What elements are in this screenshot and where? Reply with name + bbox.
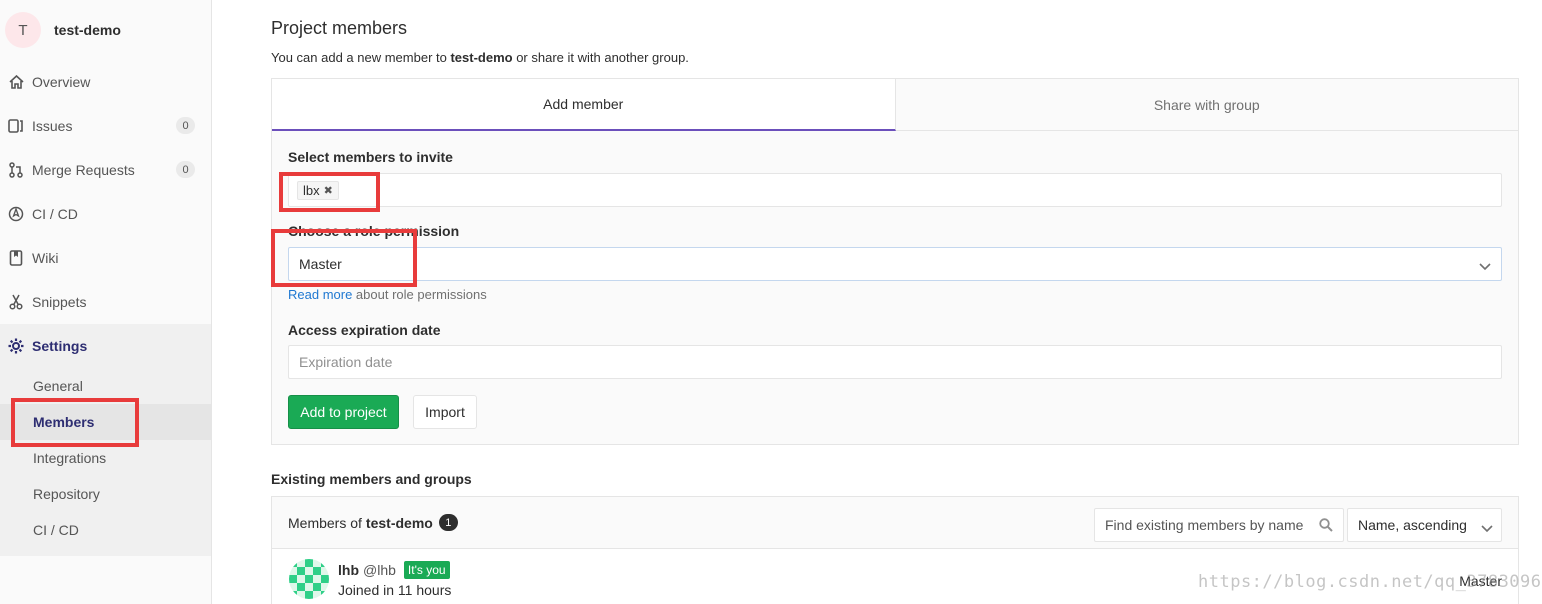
members-panel-header: Members of test-demo 1 Find existing mem… — [272, 497, 1518, 549]
sidebar-item-label: Snippets — [32, 294, 87, 310]
role-select[interactable]: Master — [288, 247, 1502, 281]
role-help-text: Read more about role permissions — [288, 287, 487, 302]
project-name[interactable]: test-demo — [54, 22, 121, 38]
sidebar-item-merge-requests[interactable]: Merge Requests 0 — [0, 148, 211, 192]
add-member-panel: Add member Share with group Select membe… — [271, 78, 1519, 445]
rocket-icon — [8, 206, 24, 222]
home-icon — [8, 74, 24, 90]
add-to-project-button[interactable]: Add to project — [288, 395, 399, 429]
existing-members-title: Existing members and groups — [271, 471, 472, 487]
sidebar-item-settings[interactable]: Settings — [0, 324, 211, 368]
member-tabs: Add member Share with group — [272, 79, 1518, 131]
search-placeholder: Find existing members by name — [1105, 517, 1304, 533]
subtitle-prefix: You can add a new member to — [271, 50, 451, 65]
member-username: @lhb — [363, 562, 396, 578]
members-select-input[interactable]: lbx ✖ — [288, 173, 1502, 207]
sidebar-item-wiki[interactable]: Wiki — [0, 236, 211, 280]
expiration-placeholder: Expiration date — [299, 354, 393, 370]
expiration-date-input[interactable]: Expiration date — [288, 345, 1502, 379]
remove-token-icon[interactable]: ✖ — [324, 184, 333, 197]
settings-sub-repository[interactable]: Repository — [0, 476, 211, 512]
project-header[interactable]: T test-demo — [0, 0, 211, 60]
sidebar-item-label: Settings — [32, 338, 88, 354]
watermark: https://blog.csdn.net/qq_37830968 — [1198, 572, 1542, 592]
merge-request-icon — [8, 162, 24, 178]
settings-sub-integrations[interactable]: Integrations — [0, 440, 211, 476]
expiration-label: Access expiration date — [288, 322, 441, 338]
members-header-label: Members of test-demo 1 — [288, 514, 458, 531]
search-icon — [1319, 518, 1333, 535]
member-avatar[interactable] — [289, 559, 329, 599]
sort-value: Name, ascending — [1358, 517, 1467, 533]
merge-requests-count-badge: 0 — [176, 161, 195, 178]
member-search-input[interactable]: Find existing members by name — [1094, 508, 1344, 542]
import-button[interactable]: Import — [413, 395, 477, 429]
sort-dropdown[interactable]: Name, ascending — [1347, 508, 1502, 542]
page-subtitle: You can add a new member to test-demo or… — [271, 50, 689, 65]
sidebar-item-ci-cd[interactable]: CI / CD — [0, 192, 211, 236]
sidebar-item-label: Issues — [32, 118, 73, 134]
its-you-badge: It's you — [403, 561, 450, 579]
sidebar-item-issues[interactable]: Issues 0 — [0, 104, 211, 148]
settings-sub-general[interactable]: General — [0, 368, 211, 404]
sidebar-item-snippets[interactable]: Snippets — [0, 280, 211, 324]
read-more-link[interactable]: Read more — [288, 287, 352, 302]
sidebar-item-label: Merge Requests — [32, 162, 135, 178]
issues-icon — [8, 118, 24, 134]
page-title: Project members — [271, 18, 408, 38]
members-project-name: test-demo — [365, 514, 433, 531]
settings-sub-members[interactable]: Members — [0, 404, 211, 440]
sidebar-item-overview[interactable]: Overview — [0, 60, 211, 104]
select-members-label: Select members to invite — [288, 149, 453, 165]
issues-count-badge: 0 — [176, 117, 195, 134]
members-count-badge: 1 — [438, 514, 458, 531]
chevron-down-icon — [1479, 258, 1491, 274]
chevron-down-icon — [1481, 520, 1493, 536]
member-joined-text: Joined in 11 hours — [338, 582, 452, 598]
scissors-icon — [8, 294, 24, 310]
tab-share-with-group[interactable]: Share with group — [895, 79, 1518, 131]
help-suffix: about role permissions — [352, 287, 487, 302]
settings-sub-ci-cd[interactable]: CI / CD — [0, 512, 211, 548]
role-selected-value: Master — [299, 256, 342, 272]
project-avatar[interactable]: T — [5, 12, 41, 48]
member-display-name[interactable]: lhb — [338, 562, 359, 578]
members-of-text: Members of — [288, 514, 362, 531]
member-name: lhb @lhb It's you — [338, 561, 450, 579]
subtitle-suffix: or share it with another group. — [512, 50, 689, 65]
book-icon — [8, 250, 24, 266]
role-label: Choose a role permission — [288, 223, 460, 239]
gear-icon — [8, 338, 24, 354]
sidebar-item-label: Wiki — [32, 250, 59, 266]
tab-add-member[interactable]: Add member — [272, 79, 896, 131]
sidebar: T test-demo Overview Issues 0 Merge Requ… — [0, 0, 212, 604]
subtitle-project: test-demo — [450, 50, 513, 65]
token-label: lbx — [303, 182, 320, 198]
sidebar-item-label: CI / CD — [32, 206, 78, 222]
selected-member-token[interactable]: lbx ✖ — [297, 180, 339, 200]
sidebar-item-label: Overview — [32, 74, 91, 90]
